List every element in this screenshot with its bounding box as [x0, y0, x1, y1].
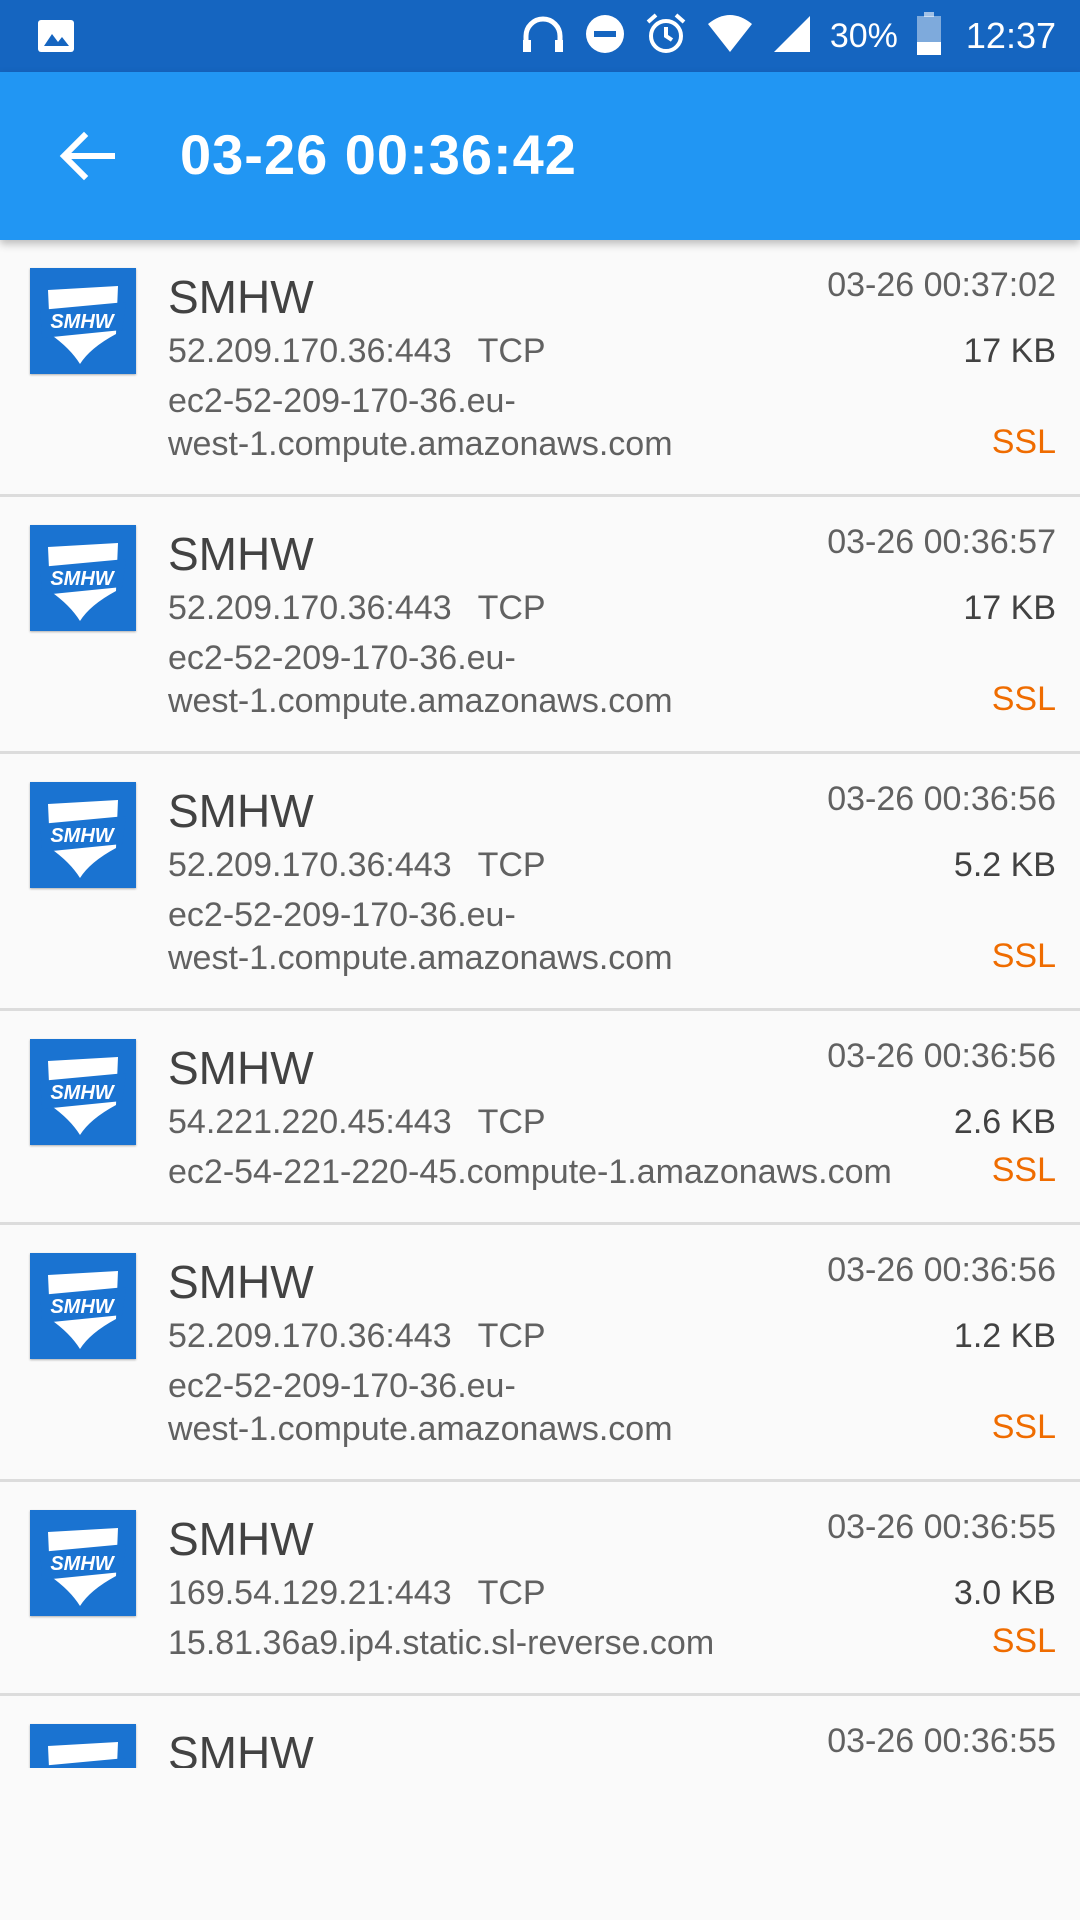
- ip-port: 52.209.170.36:443: [168, 332, 452, 370]
- app-icon: SMHW: [30, 1253, 136, 1359]
- list-item[interactable]: SMHW SMHW 03-26 00:36:56 54.221.220.45:4…: [0, 1011, 1080, 1225]
- timestamp: 03-26 00:37:02: [827, 266, 1056, 304]
- transfer-size: 17 KB: [963, 332, 1056, 370]
- app-name: SMHW: [168, 271, 314, 323]
- svg-text:SMHW: SMHW: [50, 568, 115, 590]
- hostname: 15.81.36a9.ip4.static.sl-reverse.com: [168, 1622, 714, 1665]
- svg-text:SMHW: SMHW: [50, 1553, 115, 1575]
- battery-icon: [916, 11, 942, 61]
- protocol: TCP: [477, 332, 546, 370]
- remote-address: 54.221.220.45:443 TCP: [168, 1103, 546, 1142]
- timestamp: 03-26 00:36:57: [827, 523, 1056, 561]
- app-icon: SMHW: [30, 1510, 136, 1616]
- dnd-icon: [584, 13, 626, 60]
- hostname-line: ec2-52-209-170-36.eu-: [168, 639, 516, 677]
- back-button[interactable]: [52, 120, 124, 192]
- clock: 12:37: [965, 15, 1056, 56]
- app-name: SMHW: [168, 1256, 314, 1308]
- hostname-line: ec2-52-209-170-36.eu-: [168, 1367, 516, 1405]
- ssl-badge: SSL: [991, 1151, 1056, 1189]
- app-bar: 03-26 00:36:42: [0, 72, 1080, 240]
- page-title: 03-26 00:36:42: [180, 123, 577, 186]
- svg-text:SMHW: SMHW: [50, 1296, 115, 1318]
- ssl-badge: SSL: [991, 423, 1056, 461]
- ssl-badge: SSL: [991, 1622, 1056, 1660]
- transfer-size: 5.2 KB: [953, 846, 1056, 884]
- alarm-icon: [644, 12, 688, 61]
- hostname-line: ec2-52-209-170-36.eu-: [168, 896, 516, 934]
- list-item[interactable]: SMHW SMHW 03-26 00:37:02 52.209.170.36:4…: [0, 240, 1080, 497]
- hostname: ec2-52-209-170-36.eu-west-1.compute.amaz…: [168, 894, 673, 980]
- status-bar: 30% 12:37: [0, 0, 1080, 72]
- remote-address: 52.209.170.36:443 TCP: [168, 332, 546, 371]
- app-name: SMHW: [168, 1513, 314, 1565]
- wifi-icon: [706, 14, 754, 59]
- svg-text:SMHW: SMHW: [50, 311, 115, 333]
- hostname: ec2-54-221-220-45.compute-1.amazonaws.co…: [168, 1151, 892, 1194]
- timestamp: 03-26 00:36:55: [827, 1508, 1056, 1546]
- protocol: TCP: [477, 846, 546, 884]
- protocol: TCP: [477, 1574, 546, 1612]
- hostname: ec2-52-209-170-36.eu-west-1.compute.amaz…: [168, 1365, 673, 1451]
- ip-port: 52.209.170.36:443: [168, 846, 452, 884]
- ssl-badge: SSL: [991, 680, 1056, 718]
- ip-port: 169.54.129.21:443: [168, 1574, 452, 1612]
- ip-port: 54.221.220.45:443: [168, 1103, 452, 1141]
- app-icon: SMHW: [30, 268, 136, 374]
- app-name: SMHW: [168, 1042, 314, 1094]
- battery-percent: 30%: [829, 16, 898, 55]
- transfer-size: 17 KB: [963, 589, 1056, 627]
- ip-port: 52.209.170.36:443: [168, 589, 452, 627]
- hostname-line: ec2-54-221-220-45.compute-1.amazonaws.co…: [168, 1153, 892, 1191]
- hostname: ec2-52-209-170-36.eu-west-1.compute.amaz…: [168, 637, 673, 723]
- hostname-line: west-1.compute.amazonaws.com: [168, 425, 673, 463]
- hostname-line: ec2-52-209-170-36.eu-: [168, 382, 516, 420]
- transfer-size: 2.6 KB: [953, 1103, 1056, 1141]
- protocol: TCP: [477, 589, 546, 627]
- svg-text:SMHW: SMHW: [50, 1082, 115, 1104]
- app-icon: [30, 1724, 136, 1768]
- timestamp: 03-26 00:36:56: [827, 1251, 1056, 1289]
- list-item[interactable]: SMHW SMHW 03-26 00:36:57 52.209.170.36:4…: [0, 497, 1080, 754]
- hostname-line: west-1.compute.amazonaws.com: [168, 682, 673, 720]
- hostname-line: west-1.compute.amazonaws.com: [168, 1410, 673, 1448]
- ssl-badge: SSL: [991, 1408, 1056, 1446]
- svg-text:SMHW: SMHW: [50, 825, 115, 847]
- remote-address: 169.54.129.21:443 TCP: [168, 1574, 546, 1613]
- cell-signal-icon: [772, 14, 812, 59]
- list-item[interactable]: SMHW SMHW 03-26 00:36:56 52.209.170.36:4…: [0, 754, 1080, 1011]
- app-icon: SMHW: [30, 782, 136, 888]
- remote-address: 52.209.170.36:443 TCP: [168, 1317, 546, 1356]
- arrow-left-icon: [59, 131, 115, 181]
- list-item[interactable]: SMHW SMHW 03-26 00:36:56 52.209.170.36:4…: [0, 1225, 1080, 1482]
- app-icon: SMHW: [30, 525, 136, 631]
- empty-area: [0, 1768, 1080, 1920]
- protocol: TCP: [477, 1317, 546, 1355]
- hostname-line: west-1.compute.amazonaws.com: [168, 939, 673, 977]
- timestamp: 03-26 00:36:55: [827, 1722, 1056, 1760]
- headphones-icon: [520, 14, 566, 59]
- timestamp: 03-26 00:36:56: [827, 780, 1056, 818]
- timestamp: 03-26 00:36:56: [827, 1037, 1056, 1075]
- app-name: SMHW: [168, 528, 314, 580]
- ip-port: 52.209.170.36:443: [168, 1317, 452, 1355]
- remote-address: 52.209.170.36:443 TCP: [168, 846, 546, 885]
- hostname: ec2-52-209-170-36.eu-west-1.compute.amaz…: [168, 380, 673, 466]
- transfer-size: 3.0 KB: [953, 1574, 1056, 1612]
- list-item[interactable]: SMHW 03-26 00:36:55: [0, 1696, 1080, 1768]
- app-name: SMHW: [168, 785, 314, 837]
- image-icon: [36, 18, 76, 59]
- connection-list[interactable]: SMHW SMHW 03-26 00:37:02 52.209.170.36:4…: [0, 240, 1080, 1768]
- hostname-line: 15.81.36a9.ip4.static.sl-reverse.com: [168, 1624, 715, 1662]
- transfer-size: 1.2 KB: [953, 1317, 1056, 1355]
- ssl-badge: SSL: [991, 937, 1056, 975]
- remote-address: 52.209.170.36:443 TCP: [168, 589, 546, 628]
- protocol: TCP: [477, 1103, 546, 1141]
- app-icon: SMHW: [30, 1039, 136, 1145]
- app-name: SMHW: [168, 1727, 314, 1768]
- list-item[interactable]: SMHW SMHW 03-26 00:36:55 169.54.129.21:4…: [0, 1482, 1080, 1696]
